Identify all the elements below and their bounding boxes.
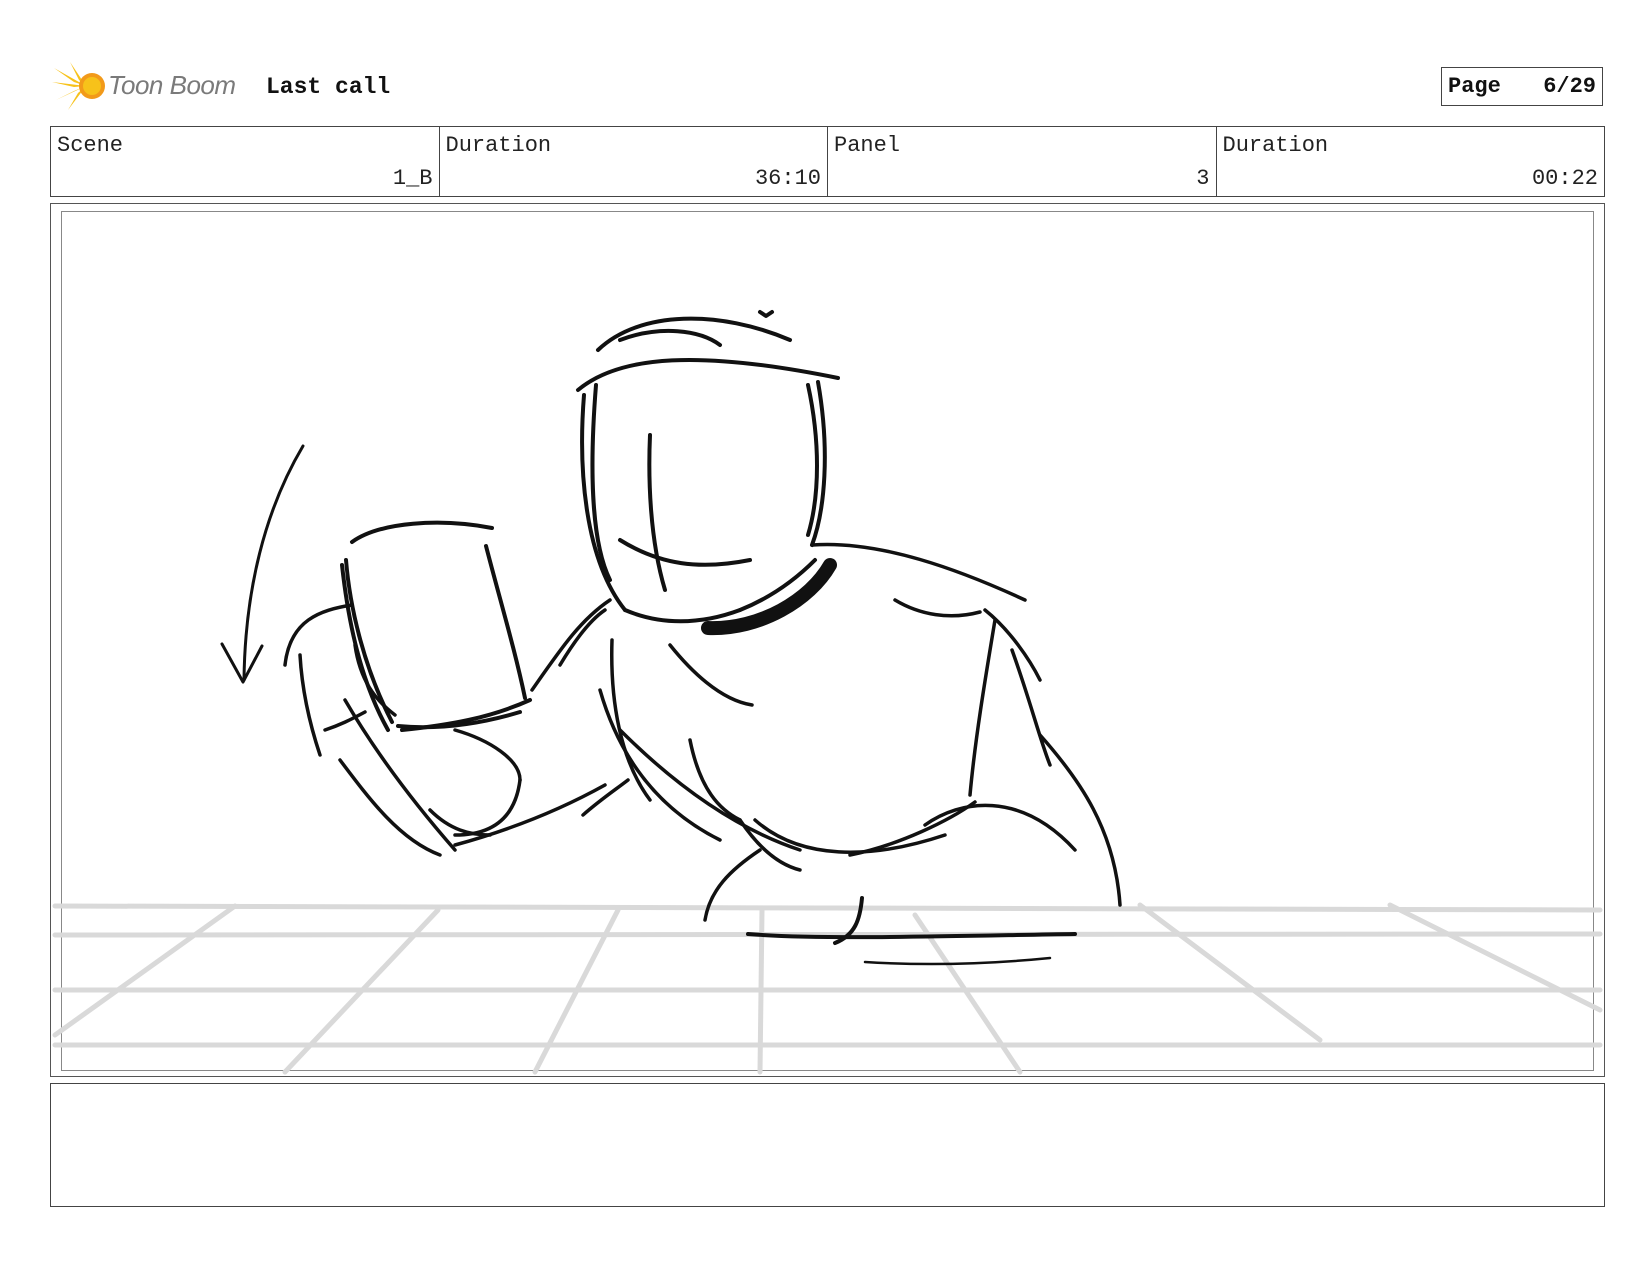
floor-grid — [52, 902, 1603, 1075]
character-sketch — [220, 310, 1122, 966]
panel-notes-area[interactable] — [50, 1083, 1605, 1207]
